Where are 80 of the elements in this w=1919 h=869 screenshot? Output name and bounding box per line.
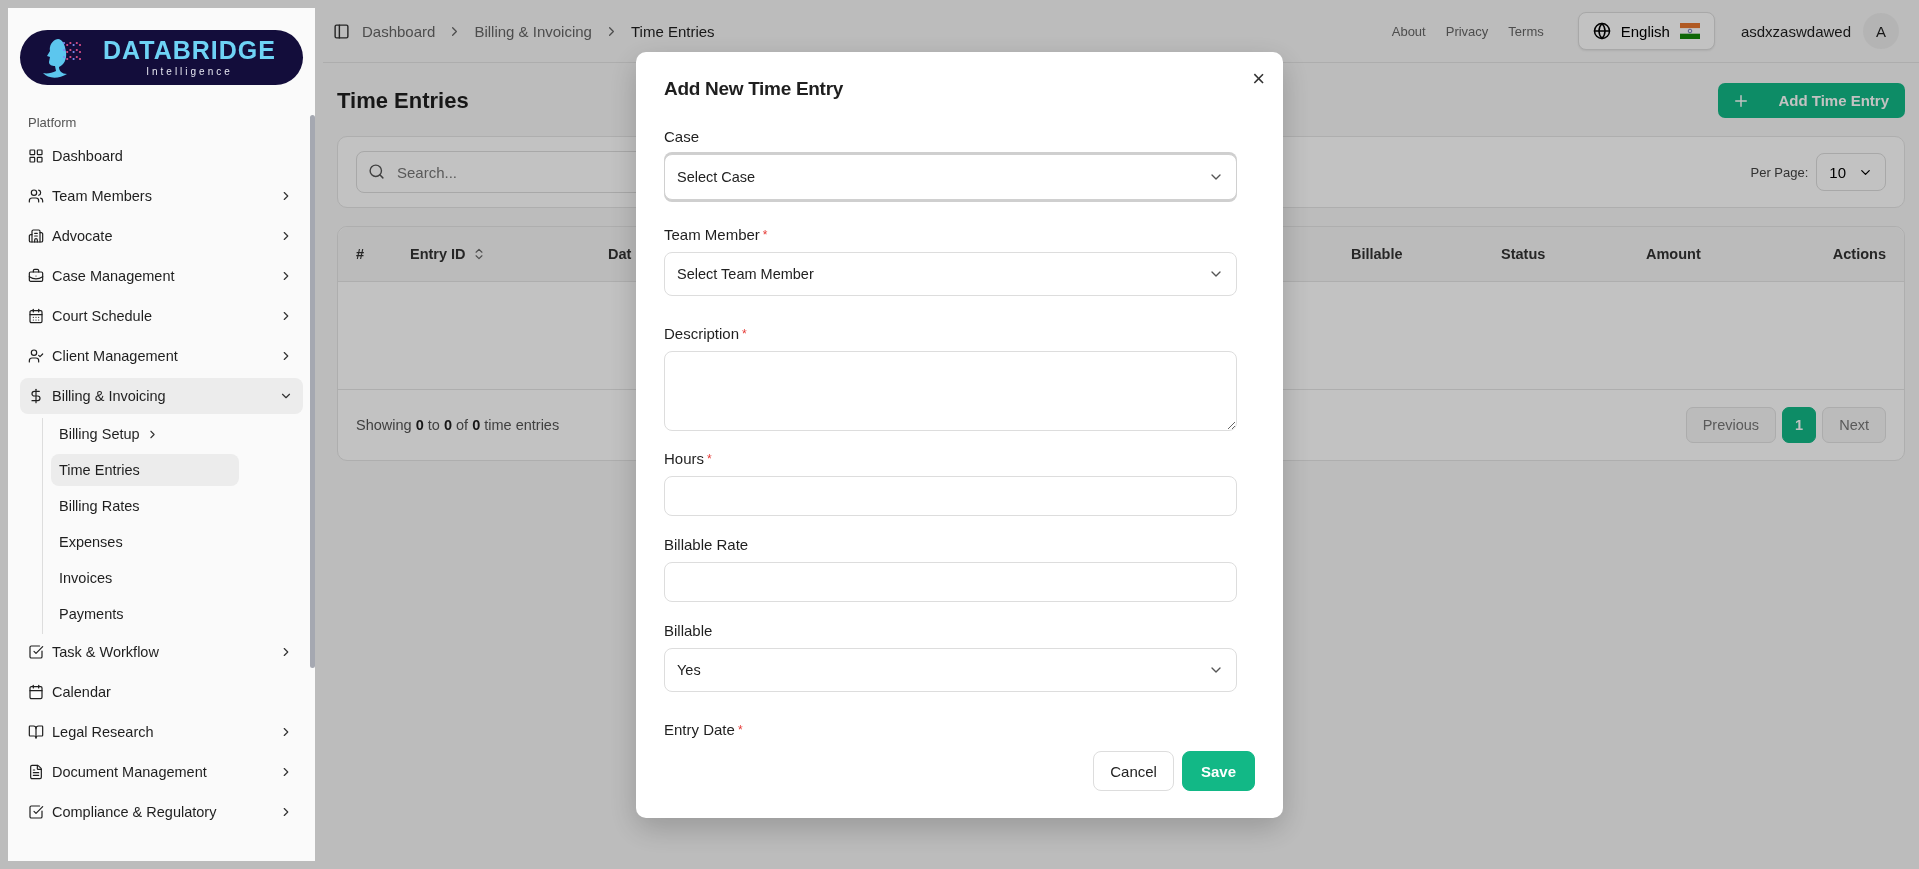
sidebar-toggle-icon[interactable] <box>333 22 350 40</box>
sidebar-item[interactable]: Advocate <box>20 218 303 254</box>
language-button[interactable]: English <box>1577 12 1715 50</box>
sidebar-item[interactable]: Court Schedule <box>20 298 303 334</box>
column-header: Status <box>1501 246 1546 262</box>
sidebar-item[interactable]: Case Management <box>20 258 303 294</box>
sidebar-item[interactable]: Client Management <box>20 338 303 374</box>
breadcrumb-link[interactable]: Time Entries <box>630 22 715 40</box>
field-label: Billable Rate <box>664 536 750 554</box>
calendar-icon <box>28 308 44 324</box>
column-header: Dat <box>608 246 632 262</box>
sidebar-item[interactable]: Team Members <box>20 178 303 214</box>
sidebar-subitem[interactable]: Billing Rates <box>51 490 239 522</box>
column-header: # <box>356 246 365 262</box>
per-page-select[interactable]: 10 <box>1816 153 1886 191</box>
pagination-button[interactable]: Previous <box>1685 407 1777 443</box>
section-label: Platform <box>28 115 78 130</box>
per-page-label: Per Page: <box>1750 164 1809 180</box>
cancel-button[interactable]: Cancel <box>1093 751 1174 791</box>
field-label: Hours * <box>664 450 713 468</box>
breadcrumb-link[interactable]: Dashboard <box>362 22 436 40</box>
sidebar-item[interactable]: Legal Research <box>20 714 303 750</box>
sidebar-item[interactable]: Dashboard <box>20 138 303 174</box>
required-mark: * <box>707 452 712 466</box>
sidebar-item[interactable]: Task & Workflow <box>20 634 303 670</box>
input-field[interactable] <box>664 476 1237 516</box>
required-mark: * <box>742 327 747 341</box>
required-mark: * <box>737 723 743 737</box>
dollar-icon <box>28 388 44 404</box>
header-link[interactable]: About <box>1391 23 1426 39</box>
checkbox-icon <box>28 644 44 660</box>
scrollbar[interactable] <box>310 115 315 668</box>
sidebar-item[interactable]: Compliance & Regulatory <box>20 794 303 830</box>
sidebar-subitem[interactable]: Invoices <box>51 562 239 594</box>
logo-subtitle: Intelligence <box>146 66 233 77</box>
sidebar-subitem[interactable]: Expenses <box>51 526 239 558</box>
sidebar-subitem[interactable]: Time Entries <box>51 454 239 486</box>
select-field[interactable]: Yes <box>664 648 1237 692</box>
pagination-button[interactable]: Next <box>1822 407 1886 443</box>
field-label: Case <box>664 128 701 146</box>
globe-icon <box>1592 22 1611 40</box>
avatar[interactable]: A <box>1863 13 1899 49</box>
logo-title: DATABRIDGE <box>103 38 276 63</box>
sidebar-item[interactable]: Document Management <box>20 754 303 790</box>
calendar-icon <box>28 684 44 700</box>
header-link[interactable]: Terms <box>1508 23 1544 39</box>
sidebar-subitem[interactable]: Payments <box>51 598 239 630</box>
building-icon <box>28 228 44 244</box>
user-name: asdxzaswdawed <box>1740 22 1851 40</box>
select-field[interactable]: Select Team Member <box>664 252 1237 296</box>
close-button[interactable]: × <box>1248 66 1269 92</box>
input-field[interactable] <box>664 562 1237 602</box>
select-field[interactable]: Select Case <box>664 154 1237 200</box>
textarea-field[interactable] <box>664 351 1237 431</box>
sidebar-subitem[interactable]: Billing Setup <box>51 418 239 450</box>
india-flag-icon <box>1679 23 1700 39</box>
column-header: Actions <box>1832 246 1886 262</box>
pagination-summary: Showing 0 to 0 of 0 time entries <box>356 417 560 433</box>
field-label: Description * <box>664 325 748 343</box>
sidebar-item[interactable]: Calendar <box>20 674 303 710</box>
page-title: Time Entries <box>337 87 469 114</box>
required-mark: * <box>762 228 768 242</box>
sidebar-item[interactable]: Billing & Invoicing <box>20 378 303 414</box>
checkbox-icon <box>28 804 44 820</box>
column-header: Amount <box>1646 246 1701 262</box>
book-icon <box>28 724 44 740</box>
header-link[interactable]: Privacy <box>1445 23 1489 39</box>
modal-title: Add New Time Entry <box>664 78 844 100</box>
column-header[interactable]: Entry ID <box>410 246 466 262</box>
document-icon <box>28 764 44 780</box>
column-header: Billable <box>1351 246 1403 262</box>
grid-icon <box>28 148 44 164</box>
field-label: Entry Date * <box>664 721 744 739</box>
user-check-icon <box>28 348 44 364</box>
breadcrumb-link[interactable]: Billing & Invoicing <box>474 22 592 40</box>
field-label: Billable <box>664 622 714 640</box>
search-icon <box>368 163 385 180</box>
field-label: Team Member * <box>664 226 769 244</box>
briefcase-icon <box>28 268 44 284</box>
users-icon <box>28 188 44 204</box>
